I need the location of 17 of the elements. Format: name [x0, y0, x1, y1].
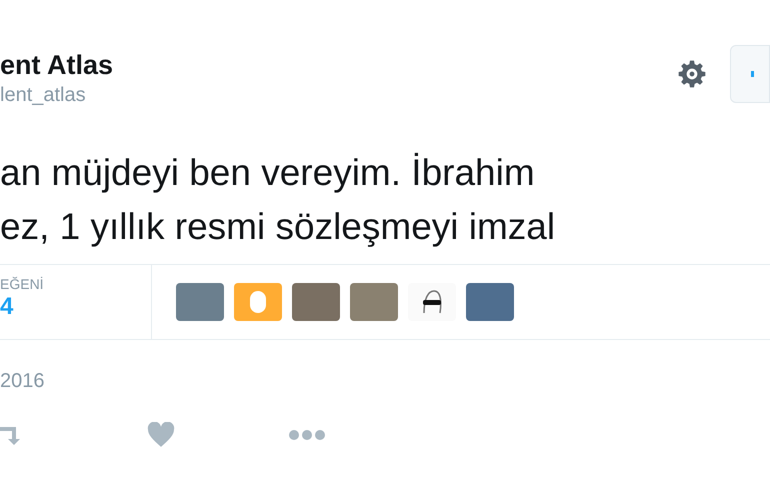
- more-icon[interactable]: [288, 429, 326, 441]
- likes-label: EĞENİ: [0, 275, 45, 293]
- avatar-photo-placeholder[interactable]: [466, 283, 514, 321]
- tweet-date: 2016: [0, 369, 46, 394]
- tweet-text: an müjdeyi ben vereyim. İbrahim: [0, 151, 536, 195]
- egg-avatar[interactable]: [234, 283, 282, 321]
- avatar-photo-placeholder[interactable]: [176, 283, 224, 321]
- author-name[interactable]: ent Atlas: [0, 48, 114, 82]
- settings-icon[interactable]: [676, 58, 708, 90]
- avatar-photo-placeholder[interactable]: [350, 283, 398, 321]
- retweet-icon[interactable]: [0, 425, 22, 445]
- likes-count[interactable]: 4: [0, 293, 151, 321]
- avatar-photo-placeholder[interactable]: [292, 283, 340, 321]
- tweet-text: ez, 1 yıllık resmi sözleşmeyi imzal: [0, 205, 556, 249]
- author-handle[interactable]: lent_atlas: [0, 82, 114, 108]
- follow-button[interactable]: [730, 45, 770, 103]
- heart-icon[interactable]: [146, 422, 176, 448]
